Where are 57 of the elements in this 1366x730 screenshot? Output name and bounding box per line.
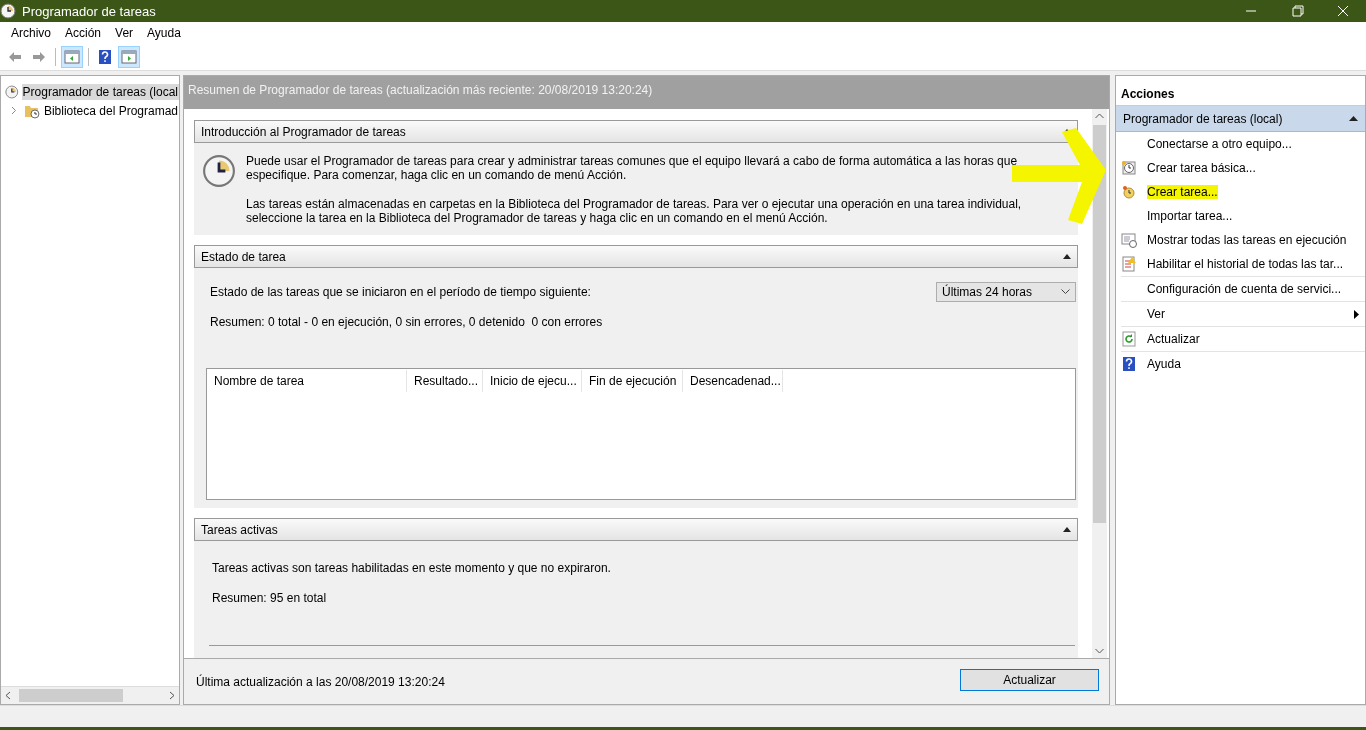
action-item[interactable]: Actualizar [1147,332,1200,346]
scroll-down-icon[interactable] [1095,648,1104,654]
action-item[interactable]: Conectarse a otro equipo... [1147,137,1292,151]
action-item[interactable]: Habilitar el historial de todas las tar... [1147,257,1344,271]
chevron-down-icon [1061,289,1070,295]
clock-icon [5,83,19,100]
action-item[interactable]: Crear tarea... [1147,185,1218,199]
action-item[interactable]: Mostrar todas las tareas en ejecución [1147,233,1347,247]
column-header[interactable]: Nombre de tarea [207,370,407,392]
menu-item[interactable]: Ver [108,26,141,40]
refresh-button[interactable]: Actualizar [960,668,1099,691]
action-item[interactable]: Ver [1147,307,1165,321]
menu-item[interactable]: Ayuda [140,26,188,40]
period-dropdown[interactable]: Últimas 24 horas [936,282,1076,302]
window-clock-icon [1121,232,1137,248]
clock-icon [202,154,236,188]
clock-icon [0,3,16,19]
clock-window-icon [1121,160,1137,176]
section-title: Tareas activas [201,522,278,537]
clock-icon [1121,184,1137,200]
column-header[interactable]: Fin de ejecución [582,370,683,392]
period-label: Estado de las tareas que se iniciaron en el período de tiempo siguiente: [210,285,591,299]
forward-arrow-icon [31,49,47,65]
column-header[interactable]: Inicio de ejecu... [483,370,582,392]
log-icon [1121,256,1137,272]
action-group-header[interactable]: Programador de tareas (local) [1116,106,1365,132]
vertical-scrollbar[interactable] [1092,109,1107,658]
scroll-up-icon[interactable] [1095,113,1104,119]
show-tree-pane-icon [64,49,80,65]
active-tasks-summary: Resumen: 95 en total [212,591,328,605]
action-item[interactable]: Importar tarea... [1147,209,1233,223]
show-action-pane-icon [121,49,137,65]
window-title: Programador de tareas [22,3,156,19]
intro-paragraph: Puede usar el Programador de tareas para crear y administrar tareas comunes que el equipo llevará a cabo de forma automática a las horas que especifique. Para comenzar, haga clic en un comando de menú Acción. [246,154,1019,182]
active-tasks-description: Tareas activas son tareas habilitadas en este momento y que no expiraron. [212,561,612,575]
status-summary: Resumen: 0 total - 0 en ejecución, 0 sin errores, 0 detenido 0 con errores [210,315,604,329]
collapse-arrow-icon[interactable] [1063,254,1071,259]
last-update-text: Última actualización a las 20/08/2019 13:20:24 [196,674,445,689]
collapse-arrow-icon[interactable] [1349,116,1358,121]
tree-item[interactable]: Programador de tareas (local [21,83,179,100]
action-item[interactable]: Ayuda [1147,357,1181,371]
help-icon [1121,356,1137,372]
section-title: Estado de tarea [201,249,286,264]
menu-item[interactable]: Acción [58,26,109,40]
section-title: Introducción al Programador de tareas [201,124,406,139]
pane-header: Resumen de Programador de tareas (actualización más reciente: 20/08/2019 13:20:24) [184,76,1109,109]
tree-item[interactable]: Biblioteca del Programad [42,102,179,119]
action-item[interactable]: Configuración de cuenta de servici... [1147,282,1342,296]
refresh-icon [1121,331,1137,347]
column-header[interactable]: Resultado... [407,370,483,392]
collapse-arrow-icon[interactable] [1063,527,1071,532]
action-item[interactable]: Crear tarea básica... [1147,161,1256,175]
column-header[interactable]: Desencadenad... [683,370,783,392]
help-icon [97,49,113,65]
horizontal-scrollbar[interactable] [1,686,179,704]
intro-paragraph: Las tareas están almacenadas en carpetas en la Biblioteca del Programador de tareas. Para ver o ejecutar una operación en una tarea individual, seleccione la tarea en la Biblioteca del Programador de tareas y haga clic en un comando en el menú Acción. [246,197,1023,225]
menu-item[interactable]: Archivo [4,26,58,40]
